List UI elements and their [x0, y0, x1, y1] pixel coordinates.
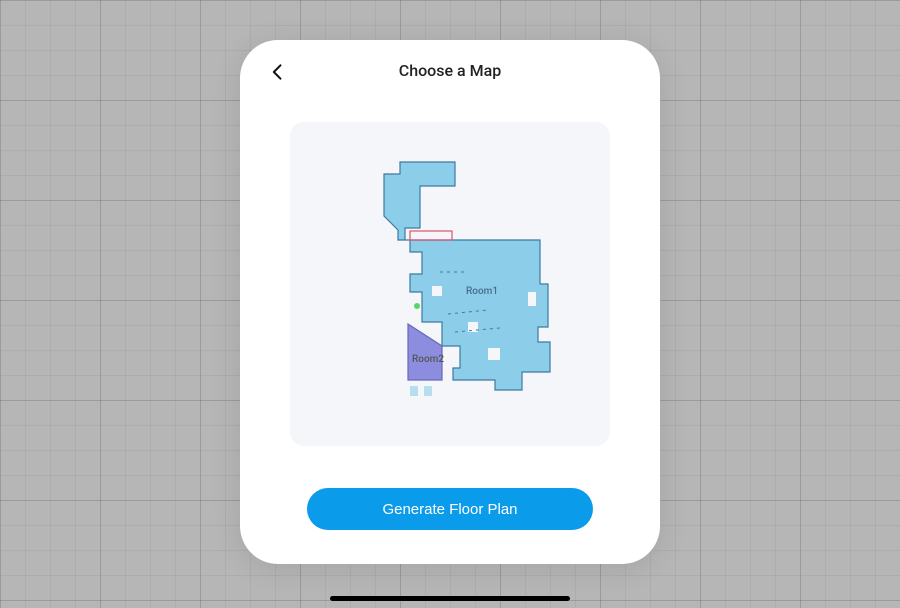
generate-floor-plan-button[interactable]: Generate Floor Plan: [307, 488, 593, 530]
robot-marker-icon: [414, 303, 420, 309]
modal-header: Choose a Map: [240, 40, 660, 100]
map-preview-panel[interactable]: Room1 Room2: [290, 122, 610, 446]
chevron-left-icon: [268, 62, 288, 82]
home-indicator-bar[interactable]: [330, 596, 570, 601]
page-title: Choose a Map: [399, 61, 501, 80]
floor-plan-svg: [290, 122, 610, 446]
room2-shape: [408, 324, 442, 380]
selection-highlight: [410, 231, 452, 240]
choose-map-modal: Choose a Map: [240, 40, 660, 564]
back-button[interactable]: [268, 58, 296, 86]
